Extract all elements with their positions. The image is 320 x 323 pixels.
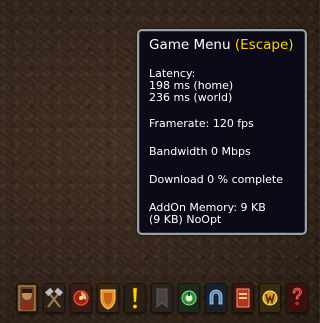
latency-world: 236 ms (world) bbox=[149, 91, 233, 104]
adventure-guide-button[interactable] bbox=[232, 283, 254, 313]
guild-button[interactable] bbox=[151, 283, 173, 313]
tooltip-title-text: Game Menu bbox=[149, 37, 231, 53]
micro-menu-bar bbox=[16, 283, 308, 313]
bandwidth: Bandwidth 0 Mbps bbox=[149, 145, 251, 158]
help-question-icon bbox=[287, 284, 307, 312]
framerate: Framerate: 120 fps bbox=[149, 117, 254, 130]
tooltip-title: Game Menu (Escape) bbox=[149, 37, 297, 54]
download-progress: Download 0 % complete bbox=[149, 173, 283, 186]
character-button[interactable] bbox=[16, 283, 38, 313]
group-finder-button[interactable] bbox=[205, 283, 227, 313]
tooltip-shortcut: (Escape) bbox=[234, 37, 294, 53]
quest-exclamation-icon bbox=[125, 284, 145, 312]
collections-button[interactable] bbox=[178, 283, 200, 313]
talents-swirl-icon bbox=[71, 284, 91, 312]
help-button[interactable] bbox=[286, 283, 308, 313]
group-finder-icon bbox=[206, 284, 226, 312]
talents-button[interactable] bbox=[70, 283, 92, 313]
adventure-guide-book-icon bbox=[233, 284, 253, 312]
collections-icon bbox=[179, 284, 199, 312]
character-portrait-icon bbox=[17, 284, 37, 312]
guild-banner-icon bbox=[152, 284, 172, 312]
shop-button[interactable] bbox=[259, 283, 281, 313]
professions-button[interactable] bbox=[43, 283, 65, 313]
achievement-shield-icon bbox=[98, 284, 118, 312]
quest-log-button[interactable] bbox=[124, 283, 146, 313]
achievements-button[interactable] bbox=[97, 283, 119, 313]
game-menu-tooltip: Game Menu (Escape) Latency: 198 ms (home… bbox=[137, 29, 307, 235]
addon-memory-detail: (9 KB) NoOpt bbox=[149, 213, 222, 226]
crossed-hammers-icon bbox=[44, 284, 64, 312]
shop-coin-icon bbox=[260, 284, 280, 312]
